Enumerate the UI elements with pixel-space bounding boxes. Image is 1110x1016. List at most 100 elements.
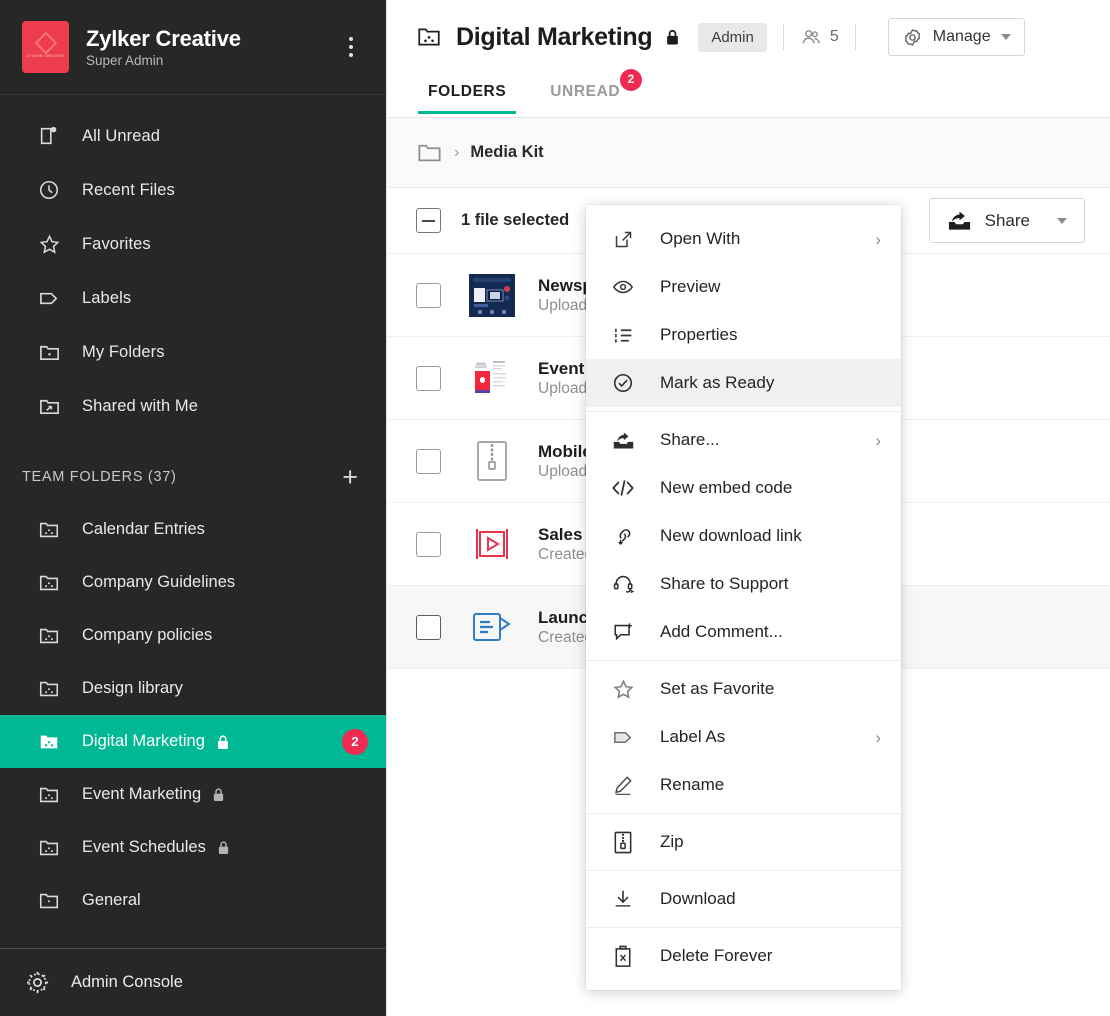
menu-item-share-to-support[interactable]: Share to Support	[586, 560, 901, 608]
sidebar-folder-label: Design library	[82, 679, 183, 698]
tag-icon	[36, 285, 62, 311]
sidebar-item-recent-files[interactable]: Recent Files	[0, 163, 386, 217]
team-folder-icon	[36, 625, 62, 647]
members-count-group[interactable]: 5	[800, 26, 839, 49]
menu-item-preview[interactable]: Preview	[586, 263, 901, 311]
sidebar-folder-label: Event Marketing	[82, 785, 201, 804]
sidebar-item-label: Favorites	[82, 235, 151, 254]
primary-nav: All Unread Recent Files Favorites	[0, 95, 386, 433]
file-manager-app: ZYLKER CREATIVE Zylker Creative Super Ad…	[0, 0, 1110, 1016]
role-badge: Admin	[698, 23, 767, 52]
page-title: Digital Marketing	[456, 23, 652, 52]
context-menu: Open With › Preview	[586, 205, 901, 990]
menu-item-label: New embed code	[660, 478, 792, 498]
select-all-checkbox[interactable]	[416, 208, 441, 233]
comment-plus-icon	[610, 621, 636, 643]
tab-folders[interactable]: FOLDERS	[418, 83, 516, 114]
star-icon	[36, 231, 62, 257]
menu-item-label: Delete Forever	[660, 946, 772, 966]
star-icon	[610, 678, 636, 701]
sidebar-folder-event-marketing[interactable]: Event Marketing	[0, 768, 386, 821]
admin-console-button[interactable]: Admin Console	[0, 948, 386, 1016]
sidebar-folder-company-policies[interactable]: Company policies	[0, 609, 386, 662]
menu-item-rename[interactable]: Rename	[586, 761, 901, 809]
divider	[855, 24, 856, 50]
row-checkbox[interactable]	[416, 366, 441, 391]
sidebar-folder-label: Digital Marketing	[82, 732, 205, 751]
menu-item-label-as[interactable]: Label As ›	[586, 713, 901, 761]
tab-badge: 2	[620, 69, 642, 91]
team-folders-list: Calendar Entries Company Guidelines	[0, 503, 386, 927]
members-icon	[800, 26, 823, 49]
sidebar-item-my-folders[interactable]: My Folders	[0, 325, 386, 379]
sidebar-item-all-unread[interactable]: All Unread	[0, 109, 386, 163]
menu-item-label: Download	[660, 889, 736, 909]
menu-item-mark-as-ready[interactable]: Mark as Ready	[586, 359, 901, 407]
menu-item-properties[interactable]: Properties	[586, 311, 901, 359]
sidebar-folder-calendar-entries[interactable]: Calendar Entries	[0, 503, 386, 556]
menu-item-zip[interactable]: Zip	[586, 818, 901, 866]
sidebar-item-labels[interactable]: Labels	[0, 271, 386, 325]
sidebar-folder-design-library[interactable]: Design library	[0, 662, 386, 715]
sidebar-folder-digital-marketing[interactable]: Digital Marketing 2	[0, 715, 386, 768]
eye-icon	[610, 276, 636, 298]
file-subtitle: Created	[538, 629, 593, 646]
menu-item-label: New download link	[660, 526, 802, 546]
sidebar-item-label: Labels	[82, 289, 131, 308]
team-folder-icon	[36, 837, 62, 859]
folder-icon[interactable]	[416, 139, 443, 166]
brand-header: ZYLKER CREATIVE Zylker Creative Super Ad…	[0, 0, 386, 95]
kebab-menu-icon[interactable]	[338, 30, 364, 64]
sidebar-item-favorites[interactable]: Favorites	[0, 217, 386, 271]
context-menu-group: Download	[586, 870, 901, 927]
row-checkbox[interactable]	[416, 532, 441, 557]
team-folders-title: TEAM FOLDERS (37)	[22, 469, 177, 485]
menu-item-download[interactable]: Download	[586, 875, 901, 923]
plus-icon[interactable]: +	[342, 464, 358, 491]
chevron-down-icon	[1001, 34, 1011, 40]
members-count: 5	[830, 28, 839, 46]
zylker-logo: ZYLKER CREATIVE	[22, 21, 69, 73]
menu-item-open-with[interactable]: Open With ›	[586, 215, 901, 263]
sidebar-folder-general[interactable]: General	[0, 874, 386, 927]
link-download-icon	[610, 525, 636, 547]
chevron-right-icon: ›	[875, 231, 881, 248]
menu-item-label: Share...	[660, 430, 720, 450]
logo-diamond-icon	[34, 32, 57, 55]
team-folder-icon	[416, 24, 442, 50]
share-label: Share	[985, 211, 1030, 231]
sidebar-folder-event-schedules[interactable]: Event Schedules	[0, 821, 386, 874]
context-menu-group: Zip	[586, 813, 901, 870]
gear-outline-icon	[902, 27, 923, 48]
lock-icon	[665, 28, 680, 46]
sidebar-folder-company-guidelines[interactable]: Company Guidelines	[0, 556, 386, 609]
zip-file-icon	[469, 438, 515, 484]
row-checkbox[interactable]	[416, 615, 441, 640]
share-tray-icon	[947, 210, 972, 232]
menu-item-delete-forever[interactable]: Delete Forever	[586, 932, 901, 980]
sidebar-item-label: Shared with Me	[82, 397, 198, 416]
brochure-thumbnail	[469, 355, 515, 401]
delete-forever-icon	[610, 945, 636, 968]
menu-item-new-embed-code[interactable]: New embed code	[586, 464, 901, 512]
menu-item-share[interactable]: Share... ›	[586, 416, 901, 464]
main-header: Digital Marketing Admin	[387, 0, 1110, 118]
team-folder-icon	[36, 678, 62, 700]
open-external-icon	[610, 229, 636, 250]
menu-item-new-download-link[interactable]: New download link	[586, 512, 901, 560]
sidebar-item-shared-with-me[interactable]: Shared with Me	[0, 379, 386, 433]
menu-item-set-as-favorite[interactable]: Set as Favorite	[586, 665, 901, 713]
sidebar-folder-label: Calendar Entries	[82, 520, 205, 539]
sidebar-folder-label: Company policies	[82, 626, 212, 645]
manage-button[interactable]: Manage	[888, 18, 1025, 56]
share-button[interactable]: Share	[929, 198, 1085, 243]
context-menu-group: Set as Favorite Label As ›	[586, 660, 901, 813]
menu-item-add-comment[interactable]: Add Comment...	[586, 608, 901, 656]
row-checkbox[interactable]	[416, 283, 441, 308]
row-checkbox[interactable]	[416, 449, 441, 474]
menu-item-label: Share to Support	[660, 574, 789, 594]
tab-unread[interactable]: UNREAD 2	[540, 83, 630, 114]
context-menu-group: Delete Forever	[586, 927, 901, 984]
sidebar-folder-label: Event Schedules	[82, 838, 206, 857]
chevron-down-icon	[1057, 218, 1067, 224]
